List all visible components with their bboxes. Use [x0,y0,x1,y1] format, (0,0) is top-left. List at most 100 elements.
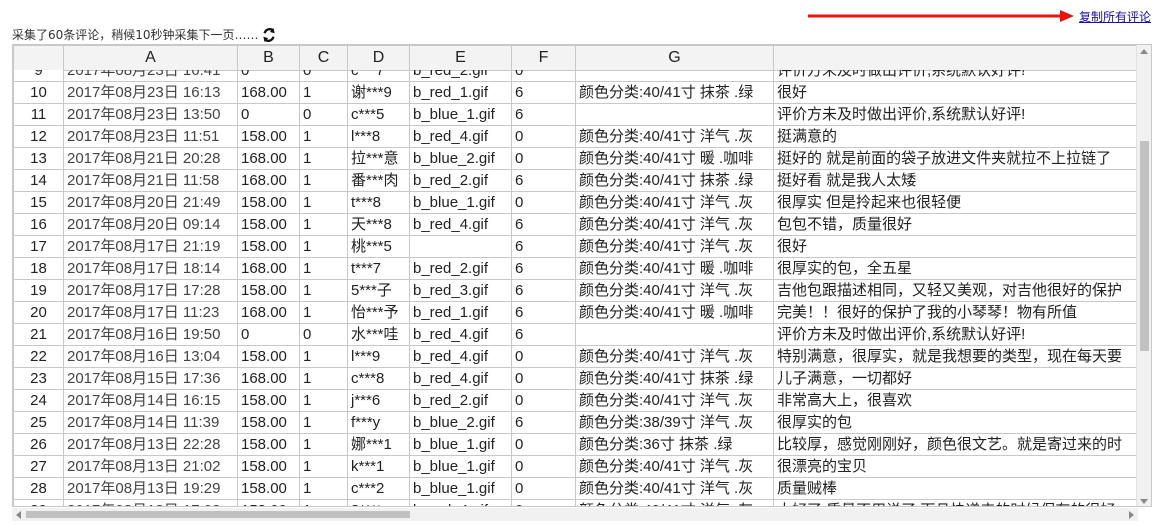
level-cell[interactable]: 0 [511,499,576,506]
comment-cell[interactable]: 很好 [773,235,1137,258]
user-cell[interactable]: c***5 [347,103,410,126]
user-cell[interactable]: 天***8 [347,213,410,236]
scroll-right-icon[interactable] [1129,511,1134,519]
variant-cell[interactable]: 颜色分类:40/41寸 洋气 .灰 [575,499,774,506]
date-cell[interactable]: 2017年08月13日 19:29 [63,477,238,500]
level-cell[interactable]: 0 [511,389,576,412]
flag-cell[interactable]: 0 [299,103,348,126]
date-cell[interactable]: 2017年08月21日 11:58 [63,169,238,192]
variant-cell[interactable]: 颜色分类:40/41寸 洋气 .灰 [575,125,774,148]
variant-cell[interactable]: 颜色分类:40/41寸 洋气 .灰 [575,345,774,368]
column-header[interactable]: C [299,45,348,71]
flag-cell[interactable]: 1 [299,499,348,506]
column-header[interactable]: B [237,45,300,71]
user-cell[interactable]: 娜***1 [347,433,410,456]
row-number[interactable]: 17 [13,235,64,258]
column-header[interactable]: A [63,45,238,71]
price-cell[interactable]: 0 [237,70,300,82]
row-number[interactable]: 12 [13,125,64,148]
level-cell[interactable]: 6 [511,411,576,434]
user-cell[interactable]: 拉***意 [347,147,410,170]
level-cell[interactable]: 6 [511,103,576,126]
price-cell[interactable]: 0 [237,103,300,126]
icon-file-cell[interactable]: b_red_2.gif [409,389,512,412]
comment-cell[interactable]: 质量贼棒 [773,477,1137,500]
scroll-down-icon[interactable] [1140,499,1148,504]
row-number[interactable]: 15 [13,191,64,214]
comment-cell[interactable]: 儿子满意，一切都好 [773,367,1137,390]
flag-cell[interactable]: 1 [299,411,348,434]
corner-header[interactable] [13,45,64,71]
user-cell[interactable]: l***9 [347,345,410,368]
row-number[interactable]: 21 [13,323,64,346]
row-number[interactable]: 23 [13,367,64,390]
level-cell[interactable]: 0 [511,433,576,456]
user-cell[interactable]: 5***子 [347,279,410,302]
comment-cell[interactable]: 挺好看 就是我人太矮 [773,169,1137,192]
row-number[interactable]: 16 [13,213,64,236]
row-number[interactable]: 22 [13,345,64,368]
price-cell[interactable]: 158.00 [237,213,300,236]
variant-cell[interactable]: 颜色分类:40/41寸 洋气 .灰 [575,279,774,302]
variant-cell[interactable] [575,323,774,346]
date-cell[interactable]: 2017年08月23日 11:51 [63,125,238,148]
icon-file-cell[interactable]: b_blue_2.gif [409,147,512,170]
level-cell[interactable]: 0 [511,191,576,214]
date-cell[interactable]: 2017年08月16日 13:04 [63,345,238,368]
flag-cell[interactable]: 1 [299,213,348,236]
date-cell[interactable]: 2017年08月14日 11:39 [63,411,238,434]
flag-cell[interactable]: 1 [299,125,348,148]
date-cell[interactable]: 2017年08月21日 20:28 [63,147,238,170]
icon-file-cell[interactable]: b_red_2.gif [409,70,512,82]
date-cell[interactable]: 2017年08月16日 19:50 [63,323,238,346]
price-cell[interactable]: 168.00 [237,81,300,104]
comment-cell[interactable]: 很厚实的包，全五星 [773,257,1137,280]
date-cell[interactable]: 2017年08月13日 21:02 [63,455,238,478]
variant-cell[interactable]: 颜色分类:40/41寸 暖 .咖啡 [575,301,774,324]
flag-cell[interactable]: 1 [299,389,348,412]
level-cell[interactable]: 6 [511,169,576,192]
flag-cell[interactable]: 1 [299,433,348,456]
flag-cell[interactable]: 1 [299,477,348,500]
icon-file-cell[interactable]: b_blue_1.gif [409,191,512,214]
level-cell[interactable]: 0 [511,70,576,82]
vertical-scroll-thumb[interactable] [1140,141,1149,351]
level-cell[interactable]: 0 [511,477,576,500]
variant-cell[interactable] [575,103,774,126]
price-cell[interactable]: 168.00 [237,257,300,280]
comment-cell[interactable]: 非常高大上，很喜欢 [773,389,1137,412]
level-cell[interactable]: 6 [511,323,576,346]
icon-file-cell[interactable]: b_red_4.gif [409,499,512,506]
icon-file-cell[interactable]: b_red_4.gif [409,323,512,346]
icon-file-cell[interactable]: b_blue_1.gif [409,103,512,126]
comments-spreadsheet[interactable]: ABCDEFG 9 2017年08月23日 16:41 0 0 c***7 b_red_2… [12,44,1152,507]
price-cell[interactable]: 158.00 [237,455,300,478]
date-cell[interactable]: 2017年08月20日 21:49 [63,191,238,214]
variant-cell[interactable]: 颜色分类:36寸 抹茶 .绿 [575,433,774,456]
date-cell[interactable]: 2017年08月17日 17:28 [63,279,238,302]
price-cell[interactable]: 0 [237,323,300,346]
user-cell[interactable]: c***8 [347,367,410,390]
row-number[interactable]: 26 [13,433,64,456]
level-cell[interactable]: 0 [511,147,576,170]
comment-cell[interactable]: 评价方未及时做出评价,系统默认好评! [773,70,1137,82]
level-cell[interactable]: 6 [511,257,576,280]
scroll-left-icon[interactable] [16,511,21,519]
price-cell[interactable]: 168.00 [237,367,300,390]
date-cell[interactable]: 2017年08月17日 18:14 [63,257,238,280]
date-cell[interactable]: 2017年08月14日 16:15 [63,389,238,412]
row-number[interactable]: 10 [13,81,64,104]
user-cell[interactable]: c***2 [347,477,410,500]
user-cell[interactable]: l***8 [347,125,410,148]
row-number[interactable]: 19 [13,279,64,302]
variant-cell[interactable] [575,70,774,82]
vertical-scrollbar[interactable] [1136,45,1151,506]
flag-cell[interactable]: 0 [299,323,348,346]
price-cell[interactable]: 158.00 [237,389,300,412]
column-header[interactable]: D [347,45,410,71]
column-header[interactable]: G [575,45,774,71]
column-header[interactable] [773,45,1138,71]
level-cell[interactable]: 6 [511,279,576,302]
icon-file-cell[interactable]: b_red_4.gif [409,367,512,390]
row-number[interactable]: 28 [13,477,64,500]
